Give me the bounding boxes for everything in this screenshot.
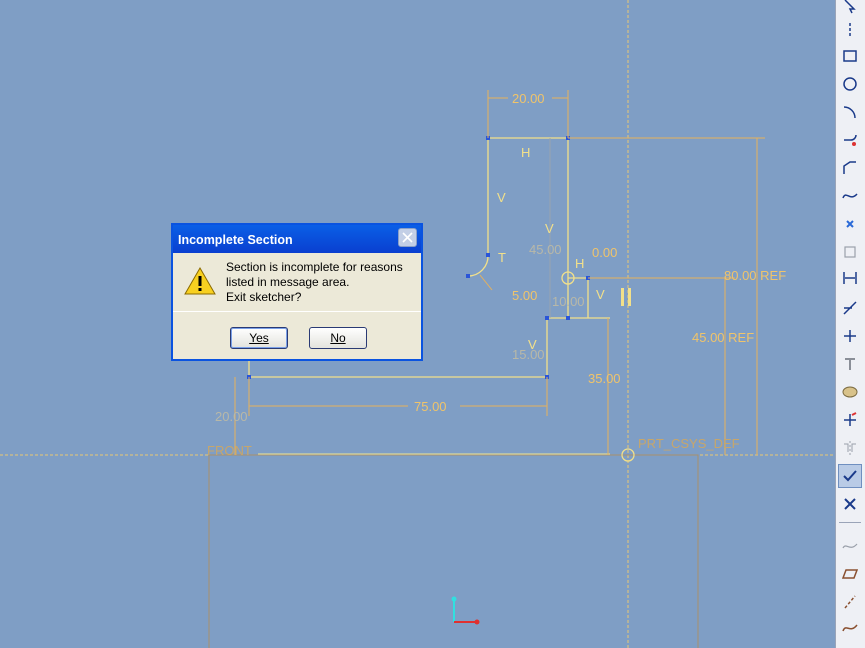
front-plane-label: FRONT bbox=[207, 443, 252, 458]
no-button-label: No bbox=[330, 331, 346, 345]
parallel-symbol bbox=[621, 288, 624, 306]
dim-top-width: 20.00 bbox=[512, 91, 545, 106]
trim-icon[interactable] bbox=[838, 408, 862, 432]
dim-10: 10.00 bbox=[552, 294, 585, 309]
hidden-line-icon[interactable] bbox=[838, 534, 862, 558]
constraint-v-left: V bbox=[497, 190, 506, 205]
select-arrow-icon[interactable] bbox=[838, 0, 862, 18]
dim-75: 75.00 bbox=[414, 399, 447, 414]
axis-icon[interactable] bbox=[838, 590, 862, 614]
constraint-h-top: H bbox=[521, 145, 530, 160]
rectangle-icon[interactable] bbox=[838, 44, 862, 68]
sketcher-toolbar bbox=[835, 0, 865, 648]
constraint-tangent: T bbox=[498, 250, 506, 265]
chamfer-icon[interactable] bbox=[838, 156, 862, 180]
circle-icon[interactable] bbox=[838, 72, 862, 96]
dim-0: 0.00 bbox=[592, 245, 617, 260]
constraint-h-right: H bbox=[575, 256, 584, 271]
dialog-divider bbox=[173, 311, 421, 312]
arc-icon[interactable] bbox=[838, 100, 862, 124]
dim-5: 5.00 bbox=[512, 288, 537, 303]
warning-icon bbox=[184, 266, 216, 300]
curve-icon[interactable] bbox=[838, 616, 862, 640]
spline-icon[interactable] bbox=[838, 184, 862, 208]
mirror-icon[interactable] bbox=[838, 436, 862, 460]
point-icon[interactable] bbox=[838, 212, 862, 236]
dialog-body: Section is incomplete for reasons listed… bbox=[173, 253, 421, 359]
plane-icon[interactable] bbox=[838, 562, 862, 586]
quit-x-icon[interactable] bbox=[838, 492, 862, 516]
yes-button-label: Yes bbox=[249, 331, 269, 345]
dimension-icon[interactable] bbox=[838, 266, 862, 290]
dim-35: 35.00 bbox=[588, 371, 621, 386]
dim-45: 45.00 bbox=[529, 242, 562, 257]
done-check-icon[interactable] bbox=[838, 464, 862, 488]
palette-icon[interactable] bbox=[838, 380, 862, 404]
dialog-title: Incomplete Section bbox=[173, 225, 421, 253]
dialog-message: Section is incomplete for reasons listed… bbox=[226, 260, 403, 304]
dim-45-ref: 45.00 REF bbox=[692, 330, 754, 345]
yes-button[interactable]: Yes bbox=[230, 327, 288, 349]
no-button[interactable]: No bbox=[309, 327, 367, 349]
modify-icon[interactable] bbox=[838, 296, 862, 320]
csys-label: PRT_CSYS_DEF bbox=[638, 436, 740, 451]
close-icon[interactable] bbox=[398, 228, 417, 247]
toolbar-separator bbox=[839, 522, 861, 523]
constraint-v-right: V bbox=[596, 287, 605, 302]
offset-icon[interactable] bbox=[838, 240, 862, 264]
fillet-icon[interactable] bbox=[838, 128, 862, 152]
constraint-v-low: V bbox=[528, 337, 537, 352]
dim-20-left: 20.00 bbox=[215, 409, 248, 424]
constraint-v-mid: V bbox=[545, 221, 554, 236]
dim-80-ref: 80.00 REF bbox=[724, 268, 786, 283]
incomplete-section-dialog: Incomplete Section Section is incomplete… bbox=[171, 223, 423, 361]
constrain-icon[interactable] bbox=[838, 324, 862, 348]
centerline-icon[interactable] bbox=[838, 18, 862, 42]
text-icon[interactable] bbox=[838, 352, 862, 376]
